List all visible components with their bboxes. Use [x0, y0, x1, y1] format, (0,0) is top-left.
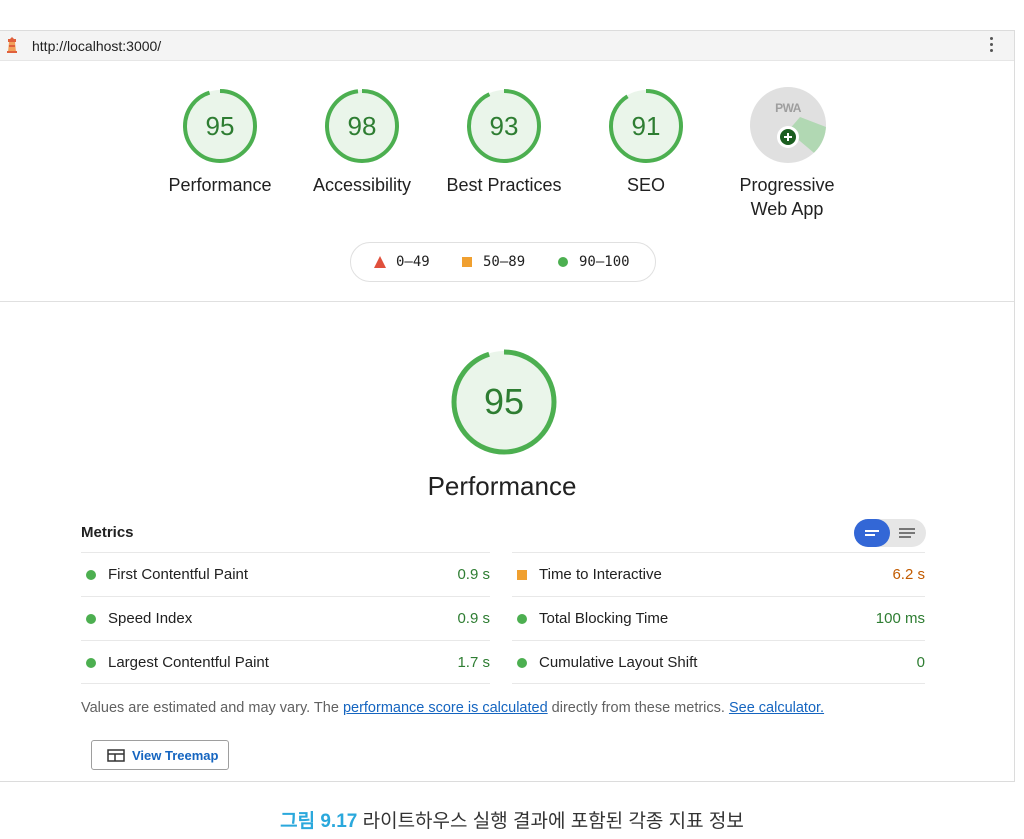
legend-range: 90–100	[579, 254, 630, 270]
pass-dot-icon	[517, 614, 527, 624]
gauge-score: 95	[205, 111, 235, 141]
section-divider	[0, 301, 1014, 302]
pass-dot-icon	[86, 658, 96, 668]
metric-row: Largest Contentful Paint 1.7 s	[81, 640, 490, 684]
toggle-compact-button[interactable]	[854, 519, 890, 547]
metric-value: 0.9 s	[457, 566, 490, 583]
gauge-label: Accessibility	[312, 175, 412, 195]
lines-short-icon	[865, 530, 879, 536]
metric-name: Total Blocking Time	[539, 610, 669, 627]
gauge-best-practices[interactable]: 93 Best Practices	[446, 87, 562, 195]
pwa-plus-icon	[777, 126, 799, 148]
see-calculator-link[interactable]: See calculator.	[729, 700, 824, 716]
performance-score-large: 95	[483, 381, 525, 422]
score-calculated-link[interactable]: performance score is calculated	[343, 700, 548, 716]
pass-dot-icon	[517, 658, 527, 668]
metrics-note: Values are estimated and may vary. The p…	[81, 700, 824, 716]
metrics-view-toggle[interactable]	[854, 519, 926, 547]
treemap-icon	[107, 749, 125, 762]
lines-expanded-icon[interactable]	[890, 519, 926, 547]
triangle-icon	[374, 256, 386, 268]
note-prefix: Values are estimated and may vary. The	[81, 700, 343, 716]
metric-value: 0	[916, 654, 925, 671]
legend-range: 50–89	[483, 254, 526, 270]
performance-title: Performance	[427, 471, 577, 501]
caption-text: 라이트하우스 실행 결과에 포함된 각종 지표 정보	[357, 811, 744, 832]
metric-row: Speed Index 0.9 s	[81, 596, 490, 640]
pass-dot-icon	[86, 614, 96, 624]
performance-gauge-large: 95	[449, 347, 559, 457]
gauge-score: 91	[631, 111, 661, 141]
pass-dot-icon	[86, 570, 96, 580]
gauge-label: Best Practices	[446, 175, 562, 195]
metric-value: 100 ms	[875, 610, 925, 627]
kebab-menu-icon[interactable]	[988, 37, 994, 55]
view-treemap-label: View Treemap	[132, 748, 219, 763]
view-treemap-button[interactable]: View Treemap	[91, 740, 229, 770]
gauge-score: 98	[347, 111, 377, 141]
metric-row: First Contentful Paint 0.9 s	[81, 552, 490, 596]
note-middle: directly from these metrics.	[547, 700, 729, 716]
metric-name: Largest Contentful Paint	[108, 654, 269, 671]
gauge-label: Performance	[168, 175, 272, 195]
metric-value: 6.2 s	[892, 566, 925, 583]
metric-row: Cumulative Layout Shift 0	[512, 640, 925, 684]
gauge-accessibility[interactable]: 98 Accessibility	[313, 87, 411, 195]
pwa-label-line1: Progressive	[739, 175, 835, 195]
score-legend: 0–49 50–89 90–100	[350, 242, 656, 282]
lighthouse-report: http://localhost:3000/ 95 Performance 98…	[0, 30, 1015, 782]
url-bar: http://localhost:3000/	[0, 31, 1014, 61]
metric-value: 0.9 s	[457, 610, 490, 627]
legend-range: 0–49	[396, 254, 430, 270]
circle-icon	[558, 257, 568, 267]
lighthouse-icon	[7, 37, 17, 53]
pwa-label: Progressive Web App	[712, 173, 862, 223]
figure-caption: 그림 9.17 라이트하우스 실행 결과에 포함된 각종 지표 정보	[0, 806, 1024, 833]
metric-name: Time to Interactive	[539, 566, 662, 583]
metric-name: Speed Index	[108, 610, 193, 627]
average-square-icon	[517, 570, 527, 580]
metrics-title: Metrics	[81, 524, 134, 541]
metric-name: Cumulative Layout Shift	[539, 654, 698, 671]
gauge-seo[interactable]: 91 SEO	[607, 87, 685, 195]
metric-row: Total Blocking Time 100 ms	[512, 596, 925, 640]
pwa-label-line2: Web App	[750, 199, 824, 219]
metric-value: 1.7 s	[457, 654, 490, 671]
pwa-badge[interactable]: PWA	[750, 87, 826, 163]
metric-row: Time to Interactive 6.2 s	[512, 552, 925, 596]
square-icon	[462, 257, 472, 267]
gauge-score: 93	[489, 111, 519, 141]
pwa-badge-text: PWA	[775, 101, 801, 115]
gauge-performance[interactable]: 95 Performance	[168, 87, 272, 195]
gauge-label: SEO	[626, 175, 665, 195]
url-text[interactable]: http://localhost:3000/	[32, 38, 161, 54]
metric-name: First Contentful Paint	[108, 566, 249, 583]
figure-number: 그림 9.17	[280, 811, 358, 832]
